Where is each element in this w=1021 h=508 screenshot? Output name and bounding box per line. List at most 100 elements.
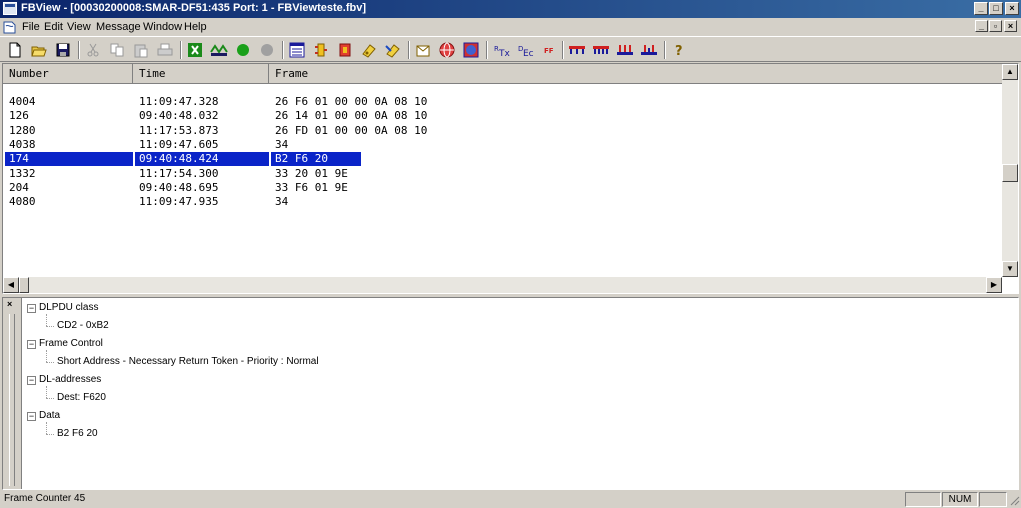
tree-leaf[interactable]: B2 F6 20 [57,428,98,439]
table-row[interactable]: 4038 11:09:47.605 34 [3,138,1003,152]
table-row[interactable]: 1332 11:17:54.300 33 20 01 9E [3,167,1003,181]
tree-connector [46,398,54,399]
scroll-up-button[interactable]: ▲ [1002,64,1018,80]
table-row[interactable]: 1280 11:17:53.873 26 FD 01 00 00 0A 08 10 [3,124,1003,138]
table-row[interactable]: 174 09:40:48.424 B2 F6 20 [3,152,1003,167]
horizontal-scrollbar[interactable]: ◀ ▶ [3,277,1002,293]
frame-view-button[interactable] [286,40,308,60]
tree-leaf[interactable]: Dest: F620 [57,392,106,403]
scroll-left-button[interactable]: ◀ [3,277,19,293]
status-num-indicator: NUM [942,492,978,507]
close-pane-icon[interactable]: × [7,299,12,309]
new-button[interactable] [4,40,26,60]
gray-dot-icon [261,44,273,56]
close-button[interactable]: × [1005,2,1019,15]
menu-window[interactable]: Window [143,21,182,33]
copy-button[interactable] [106,40,128,60]
filter-settings-icon [339,43,351,57]
rc-button[interactable]: D Ec [514,40,536,60]
scroll-right-button[interactable]: ▶ [986,277,1002,293]
row-frame-cell: 33 F6 01 9E [275,180,348,194]
tree-node[interactable]: Frame Control [39,338,103,349]
toolbar-separator [664,41,666,59]
trigger-settings-button[interactable] [382,40,404,60]
row-frame-cell: 34 [275,137,289,151]
bus-alt-button[interactable] [590,40,612,60]
open-button[interactable] [28,40,50,60]
row-number-cell: 174 [5,152,133,167]
mdi-close-button[interactable]: × [1004,20,1017,32]
stop-capture-button[interactable] [208,40,230,60]
maximize-button[interactable]: □ [989,2,1003,15]
filter-settings-button[interactable] [334,40,356,60]
menu-edit[interactable]: Edit [44,21,63,33]
toolbar: R Tx D Ec FF ? [0,36,1021,62]
clipboard-button[interactable] [412,40,434,60]
cut-button[interactable] [82,40,104,60]
tree-connector [46,422,47,434]
save-icon [56,43,70,57]
list-header: Number Time Frame [3,64,1003,84]
row-frame-cell: 33 20 01 9E [275,166,348,180]
tree-collapse-icon[interactable]: − [27,376,36,385]
bus-alt-icon [593,46,609,54]
row-frame-cell: 26 F6 01 00 00 0A 08 10 [275,95,428,108]
help-icon: ? [675,44,683,58]
offline-button[interactable] [256,40,278,60]
trigger-button[interactable] [358,40,380,60]
tree-collapse-icon[interactable]: − [27,412,36,421]
column-header-time[interactable]: Time [133,64,269,83]
toolbar-separator [282,41,284,59]
vertical-scrollbar[interactable]: ▲ ▼ [1002,64,1018,277]
title-bar: FBView - [00030200008:SMAR-DF51:435 Port… [0,0,1021,18]
column-header-number[interactable]: Number [3,64,133,83]
row-number-cell: 1280 [9,123,36,137]
mdi-minimize-button[interactable]: _ [975,20,988,32]
save-button[interactable] [52,40,74,60]
vertical-scroll-thumb[interactable] [1002,164,1018,182]
column-header-frame[interactable]: Frame [269,64,1003,83]
resize-grip-icon[interactable] [1008,494,1020,506]
green-dot-icon [237,44,249,56]
print-button[interactable] [154,40,176,60]
online-button[interactable] [232,40,254,60]
tree-collapse-icon[interactable]: − [27,304,36,313]
decode-tree[interactable]: × − DLPDU class CD2 - 0xB2− Frame Control Sh… [2,297,1019,490]
menu-help[interactable]: Help [184,21,207,33]
globe-button[interactable] [436,40,458,60]
dock-handle[interactable]: × [3,298,22,489]
toolbar-separator [78,41,80,59]
status-panel-blank [979,492,1007,507]
tx-button[interactable]: R Tx [490,40,512,60]
menu-message[interactable]: Message [96,21,141,33]
menu-file[interactable]: File [22,21,40,33]
network-button[interactable] [460,40,482,60]
table-row[interactable]: 126 09:40:48.032 26 14 01 00 00 0A 08 10 [3,109,1003,123]
mdi-restore-button[interactable]: ▫ [989,20,1002,32]
minimize-button[interactable]: _ [974,2,988,15]
tree-collapse-icon[interactable]: − [27,340,36,349]
node-button[interactable] [614,40,636,60]
tree-node[interactable]: DLPDU class [39,302,98,313]
tree-node[interactable]: DL-addresses [39,374,101,385]
filter-icon [315,43,327,57]
scroll-down-button[interactable]: ▼ [1002,261,1018,277]
help-button[interactable]: ? [668,40,690,60]
paste-button[interactable] [130,40,152,60]
menu-view[interactable]: View [67,21,91,33]
bus-icon [569,46,585,54]
frame-list[interactable]: Number Time Frame 4004 11:09:47.328 26 F6 … [2,63,1019,294]
tree-connector [46,386,47,398]
tree-leaf[interactable]: CD2 - 0xB2 [57,320,109,331]
start-capture-button[interactable] [184,40,206,60]
horizontal-scroll-thumb[interactable] [19,277,29,293]
node-alt-button[interactable] [638,40,660,60]
filter-button[interactable] [310,40,332,60]
tree-leaf[interactable]: Short Address - Necessary Return Token -… [57,356,319,367]
table-row[interactable]: 4080 11:09:47.935 34 [3,195,1003,209]
bus-button[interactable] [566,40,588,60]
table-row[interactable]: 204 09:40:48.695 33 F6 01 9E [3,181,1003,195]
ff-button[interactable]: FF [538,40,560,60]
tree-node[interactable]: Data [39,410,60,421]
table-row[interactable]: 4004 11:09:47.328 26 F6 01 00 00 0A 08 10 [3,95,1003,109]
